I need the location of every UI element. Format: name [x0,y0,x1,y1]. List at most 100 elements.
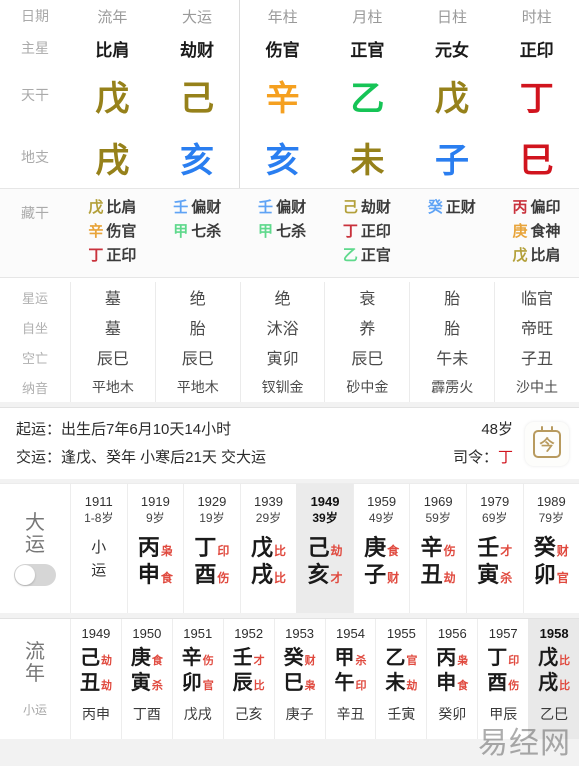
liunian-branch-line: 午印 [334,672,366,697]
liunian-cell[interactable]: 1951 辛伤卯官戊戌 [171,619,223,740]
dayun-cell[interactable]: 1959 49岁庚食子财 [352,484,410,614]
dayun-main-char: 寅 [477,562,500,588]
canggan-item: 戊比肩 [88,199,136,218]
current-age: 48岁 [481,421,513,439]
liunian-cell[interactable]: 1953 癸财巳枭庚子 [273,619,325,740]
liunian-chars: 辛伤卯官 [182,647,214,697]
liunian-cell[interactable]: 1950 庚食寅杀丁酉 [120,619,172,740]
dayun-branch-line: 子财 [364,563,399,590]
liunian-branch-line: 巳枭 [284,672,316,697]
liunian-main-char: 未 [385,672,406,695]
dayun-age: 79岁 [538,511,564,526]
dayun-star-char: 伤 [443,544,456,559]
kongwang-month: 辰巳 [324,342,409,373]
liunian-cell[interactable]: 1954 甲杀午印辛丑 [324,619,376,740]
canggan-col-year: 壬偏财甲七杀 [240,199,325,265]
kongwang-day: 午未 [409,342,494,373]
liunian-star-char: 印 [508,655,520,668]
canggan-stem: 甲 [173,222,189,240]
dayun-section: 大 运 1911 1-8岁小运 1919 9岁丙枭申食 1929 19岁丁印酉伤 1939 2… [0,483,579,614]
liunian-star-char: 财 [304,655,316,668]
dayun-xiaoyun-line: 运 [91,562,107,580]
liunian-xiaoyun: 壬寅 [387,706,416,723]
dayun-cell[interactable]: 1911 1-8岁小运 [70,484,127,614]
dayun-stem-line: 丙枭 [138,536,173,563]
dizhi-year: 亥 [239,126,325,188]
dayun-year: 1979 [480,494,510,510]
dayun-chars: 癸财卯官 [534,536,569,590]
canggan-stem: 壬 [258,199,274,216]
liunian-year: 1949 [81,626,111,642]
dayun-star-char: 杀 [500,571,513,586]
liunian-main-char: 巳 [283,672,304,695]
dayun-cell[interactable]: 1949 39岁己劫亥才 [296,484,353,614]
siling-label: 司令： [452,449,498,467]
nayin-day: 霹雳火 [409,372,494,403]
canggan-col-liunian: 戊比肩辛伤官丁正印 [70,199,155,265]
zhuxing-liunian: 比肩 [95,40,130,60]
liunian-star-char: 才 [253,655,265,668]
liunian-cell[interactable]: 1957 丁印酉伤甲辰 [477,619,528,740]
kongwang-row: 空亡 辰巳 辰巳 寅卯 辰巳 午未 子丑 [0,342,579,373]
dayun-cell[interactable]: 1939 29岁戊比戌比 [239,484,297,614]
liunian-xiaoyun: 甲辰 [489,706,518,723]
liunian-stem-line: 丙枭 [436,647,468,672]
liunian-star-char: 劫 [100,680,112,693]
dayun-cell[interactable]: 1979 69岁壬才寅杀 [465,484,523,614]
xingyun-liunian: 墓 [70,282,155,313]
qiyun-value: 出生后7年6月10天14小时 [61,421,232,439]
hidden-stems-section: 藏干 戊比肩辛伤官丁正印 壬偏财甲七杀 壬偏财甲七杀 己劫财丁正印乙正官 癸正财… [0,188,579,279]
dayun-xiaoyun-line: 小 [91,539,107,557]
canggan-item: 壬偏财 [258,199,306,218]
liunian-cell[interactable]: 1952 壬才辰比己亥 [222,619,274,740]
canggan-stem: 辛 [88,222,104,240]
liunian-star-char: 食 [457,680,469,693]
canggan-col-hour: 丙偏印庚食神戊比肩 [494,199,579,265]
canggan-star: 比肩 [530,246,561,264]
earthly-branch-row: 地支 戌 亥 亥 未 子 巳 [0,126,579,188]
liunian-label-char1: 流 [25,640,45,663]
dayun-toggle[interactable] [14,563,56,586]
nayin-dayun: 平地木 [154,372,240,403]
dayun-age: 59岁 [425,511,451,526]
canggan-star: 偏财 [191,199,222,216]
tiangan-dayun: 己 [180,79,214,118]
zizuo-month: 养 [324,312,409,343]
dayun-year: 1989 [536,494,566,510]
dayun-stem-line: 戊比 [251,536,286,563]
dayun-year: 1929 [197,494,227,510]
zizuo-day: 胎 [409,312,494,343]
liunian-year: 1955 [386,626,416,642]
kongwang-hour: 子丑 [494,342,579,373]
xiaoyun-sub-label: 小运 [22,702,47,717]
liunian-cell[interactable]: 1958 戊比戌比乙巳 [528,619,579,740]
canggan-star: 正财 [445,199,476,216]
dayun-cell[interactable]: 1969 59岁辛伤丑劫 [409,484,466,614]
kongwang-dayun: 辰巳 [154,342,240,373]
liunian-cell[interactable]: 1955 乙官未劫壬寅 [375,619,426,740]
dayun-year: 1949 [310,494,340,510]
dayun-cell[interactable]: 1989 79岁癸财卯官 [522,484,579,614]
liunian-star-char: 枭 [457,655,469,668]
dayun-main-char: 庚 [364,535,387,561]
dayun-cell[interactable]: 1929 19岁丁印酉伤 [183,484,240,614]
today-calendar-button[interactable]: 今 [525,422,569,467]
dayun-age: 9岁 [146,511,165,526]
dayun-cell[interactable]: 1919 9岁丙枭申食 [126,484,184,614]
liunian-main-char: 申 [436,672,457,695]
zizuo-dayun: 胎 [154,312,240,343]
liunian-xiaoyun: 辛丑 [336,706,365,723]
canggan-item: 甲七杀 [173,223,221,242]
zizuo-year: 沐浴 [239,312,325,343]
dayun-star-char: 食 [160,571,173,586]
xingyun-year: 绝 [239,282,325,313]
tiangan-day: 戊 [435,79,470,118]
dayun-main-char: 子 [364,562,387,588]
liunian-cell[interactable]: 1956 丙枭申食癸卯 [426,619,477,740]
dayun-star-char: 比 [273,544,286,559]
canggan-star: 七杀 [191,222,222,240]
liunian-main-char: 午 [334,672,355,695]
canggan-star: 比肩 [106,199,137,216]
liunian-cell[interactable]: 1949 己劫丑劫丙申 [70,619,121,740]
liunian-star-char: 官 [202,680,214,693]
